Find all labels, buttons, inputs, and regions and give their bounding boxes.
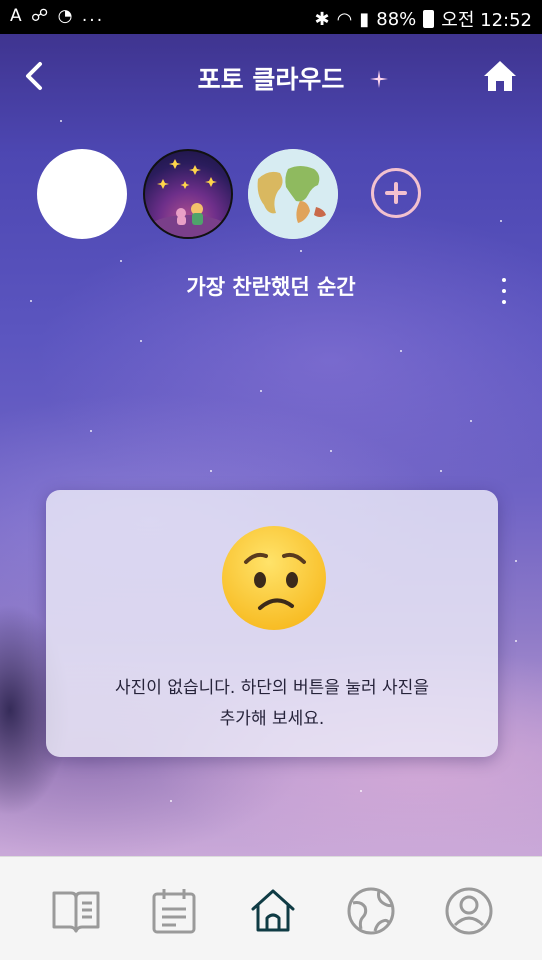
empty-state-card: 사진이 없습니다. 하단의 버튼을 눌러 사진을 추가해 보세요. — [46, 490, 498, 757]
home-icon — [484, 61, 516, 91]
profile-icon — [445, 887, 493, 935]
album-title: 가장 찬란했던 순간 — [186, 275, 356, 299]
world-map-thumbnail — [248, 149, 338, 239]
globe-icon — [347, 887, 395, 935]
signal-icon: ▮ — [359, 8, 370, 30]
little-prince-thumbnail — [148, 159, 228, 237]
status-left-icons: A ☍ ◔ ... — [10, 6, 105, 26]
sparkle-decoration — [370, 70, 388, 88]
more-options-button[interactable] — [494, 272, 514, 310]
home-button[interactable] — [480, 56, 520, 96]
more-dot — [502, 278, 506, 282]
worried-face-emoji — [222, 526, 326, 630]
empty-message-line-2: 추가해 보세요. — [219, 709, 325, 729]
status-right: ✱ ◠ ▮ 88% 오전 12:52 — [315, 6, 532, 32]
book-icon — [52, 891, 100, 933]
nav-home-button[interactable] — [247, 885, 299, 937]
clock: 오전 12:52 — [441, 10, 532, 31]
more-dot — [502, 289, 506, 293]
battery-icon — [423, 10, 435, 28]
home-icon — [251, 889, 295, 932]
bluetooth-icon: ✱ — [314, 8, 330, 30]
nav-diary-button[interactable] — [50, 885, 102, 937]
empty-state-message: 사진이 없습니다. 하단의 버튼을 눌러 사진을 추가해 보세요. — [46, 673, 498, 735]
nav-globe-button[interactable] — [345, 885, 397, 937]
battery-percent: 88% — [376, 8, 417, 30]
add-album-button[interactable] — [371, 168, 421, 218]
page-title: 포토 클라우드 — [197, 65, 345, 94]
album-little-prince[interactable] — [143, 149, 233, 239]
bottom-navigation — [0, 856, 542, 960]
calendar-icon — [152, 889, 196, 934]
app-header: 포토 클라우드 — [0, 46, 542, 110]
nav-calendar-button[interactable] — [148, 885, 200, 937]
empty-message-line-1: 사진이 없습니다. 하단의 버튼을 눌러 사진을 — [115, 678, 429, 698]
album-world-map[interactable] — [248, 149, 338, 239]
album-white[interactable] — [37, 149, 127, 239]
nav-profile-button[interactable] — [443, 885, 495, 937]
status-bar: A ☍ ◔ ... ✱ ◠ ▮ 88% 오전 12:52 — [0, 0, 542, 34]
more-dot — [502, 300, 506, 304]
wifi-icon: ◠ — [336, 8, 353, 30]
